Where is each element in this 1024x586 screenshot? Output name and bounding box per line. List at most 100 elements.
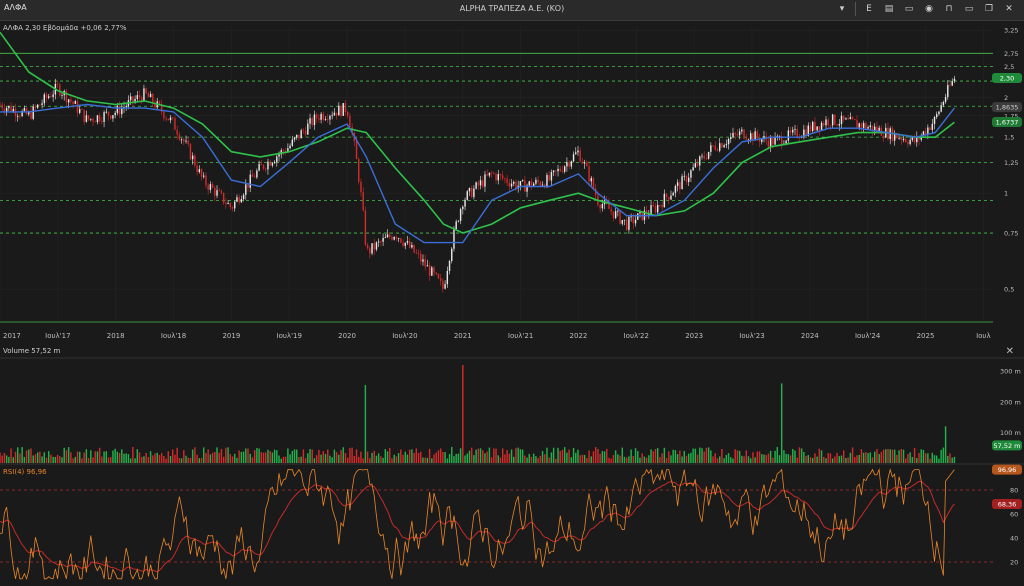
candle-up bbox=[623, 219, 626, 221]
candle-up bbox=[785, 140, 787, 144]
volume-bar bbox=[309, 449, 311, 463]
candle-up bbox=[114, 112, 116, 116]
candle-up bbox=[820, 122, 823, 130]
volume-bar bbox=[242, 451, 245, 463]
candle-down bbox=[218, 190, 220, 192]
volume-bar bbox=[413, 452, 415, 463]
candle-down bbox=[668, 197, 670, 200]
volume-bar bbox=[269, 451, 271, 463]
minimize-icon[interactable]: ▭ bbox=[962, 2, 976, 16]
volume-bar bbox=[327, 449, 329, 463]
volume-bar bbox=[723, 458, 725, 463]
volume-bar bbox=[515, 447, 517, 463]
toolbar-letter-button[interactable]: E bbox=[862, 2, 876, 16]
volume-bar bbox=[776, 447, 778, 463]
chevron-down-icon[interactable]: ▾ bbox=[835, 2, 849, 16]
stock-chart[interactable]: 3,252,752,521,751,51,2510,750,52017 Ιουλ'… bbox=[0, 20, 1024, 586]
volume-bar bbox=[942, 447, 945, 463]
candle-down bbox=[402, 242, 404, 246]
candle-down bbox=[360, 181, 362, 193]
volume-bar bbox=[674, 450, 677, 463]
sma-slow-tag: 1,6737 bbox=[996, 118, 1019, 126]
volume-bar bbox=[769, 450, 772, 463]
time-tick-label: 2023 bbox=[685, 332, 703, 340]
price-tick-label: 1,5 bbox=[1004, 134, 1014, 142]
lock-icon[interactable]: ⊓ bbox=[942, 2, 956, 16]
volume-bar bbox=[318, 449, 320, 463]
candle-up bbox=[845, 118, 847, 120]
candle-down bbox=[147, 93, 150, 98]
volume-bar bbox=[730, 457, 732, 463]
volume-legend: Volume 57,52 m bbox=[3, 347, 61, 355]
volume-bar bbox=[526, 457, 528, 463]
candle-down bbox=[493, 172, 495, 174]
volume-bar bbox=[738, 450, 741, 463]
volume-bar bbox=[590, 456, 592, 463]
volume-bar bbox=[532, 453, 535, 463]
volume-bar bbox=[486, 451, 488, 463]
volume-bar bbox=[927, 453, 929, 463]
volume-bar bbox=[251, 457, 254, 463]
volume-bar bbox=[335, 452, 338, 463]
candle-down bbox=[860, 123, 863, 128]
volume-bar bbox=[178, 457, 181, 463]
comment-icon[interactable]: ◉ bbox=[922, 2, 936, 16]
volume-bar bbox=[366, 451, 369, 463]
candle-down bbox=[743, 129, 745, 139]
candle-down bbox=[856, 120, 858, 128]
volume-bar bbox=[823, 456, 825, 463]
volume-bar bbox=[800, 448, 803, 463]
volume-bar bbox=[563, 447, 566, 463]
candle-down bbox=[220, 191, 223, 193]
close-icon[interactable]: ✕ bbox=[1002, 2, 1016, 16]
volume-bar bbox=[732, 458, 734, 463]
candle-up bbox=[628, 216, 630, 230]
close-panel-icon[interactable]: ✕ bbox=[1006, 346, 1014, 357]
candle-up bbox=[510, 183, 513, 187]
candle-down bbox=[70, 99, 72, 102]
notebook-icon[interactable]: ▤ bbox=[882, 2, 896, 16]
candle-up bbox=[707, 151, 710, 159]
monitor-icon[interactable]: ▭ bbox=[902, 2, 916, 16]
candle-down bbox=[415, 252, 418, 254]
volume-bar bbox=[552, 447, 555, 463]
volume-bar bbox=[628, 456, 630, 463]
volume-bar bbox=[50, 454, 52, 463]
volume-bar bbox=[541, 451, 544, 463]
volume-bar bbox=[207, 449, 209, 463]
volume-bar bbox=[588, 450, 590, 463]
volume-bar bbox=[94, 451, 96, 463]
time-tick-label: 2018 bbox=[107, 332, 125, 340]
volume-bar bbox=[685, 455, 688, 463]
volume-bar bbox=[495, 448, 497, 463]
candle-up bbox=[466, 191, 468, 200]
candle-down bbox=[94, 121, 96, 123]
volume-bar bbox=[477, 448, 480, 463]
candle-down bbox=[703, 155, 705, 159]
candle-up bbox=[448, 260, 451, 271]
volume-bar bbox=[455, 453, 457, 463]
volume-bar bbox=[887, 448, 889, 463]
volume-bar bbox=[772, 457, 774, 463]
volume-bar bbox=[882, 449, 885, 463]
candle-up bbox=[738, 131, 741, 136]
volume-bar bbox=[384, 448, 387, 463]
candle-up bbox=[256, 170, 258, 178]
volume-bar bbox=[539, 455, 542, 463]
volume-bar bbox=[96, 451, 99, 463]
volume-bar bbox=[404, 451, 406, 463]
candle-down bbox=[72, 101, 74, 104]
candle-up bbox=[769, 137, 772, 148]
candle-down bbox=[19, 116, 21, 117]
restore-icon[interactable]: ❐ bbox=[982, 2, 996, 16]
candle-down bbox=[736, 134, 739, 136]
volume-bar bbox=[572, 447, 575, 463]
volume-bar bbox=[630, 449, 632, 463]
volume-bar bbox=[112, 450, 114, 463]
volume-bar bbox=[125, 453, 127, 463]
candle-up bbox=[699, 156, 701, 166]
candle-down bbox=[482, 180, 484, 187]
candle-up bbox=[730, 136, 732, 139]
volume-bar bbox=[559, 451, 561, 463]
candle-up bbox=[249, 174, 251, 188]
